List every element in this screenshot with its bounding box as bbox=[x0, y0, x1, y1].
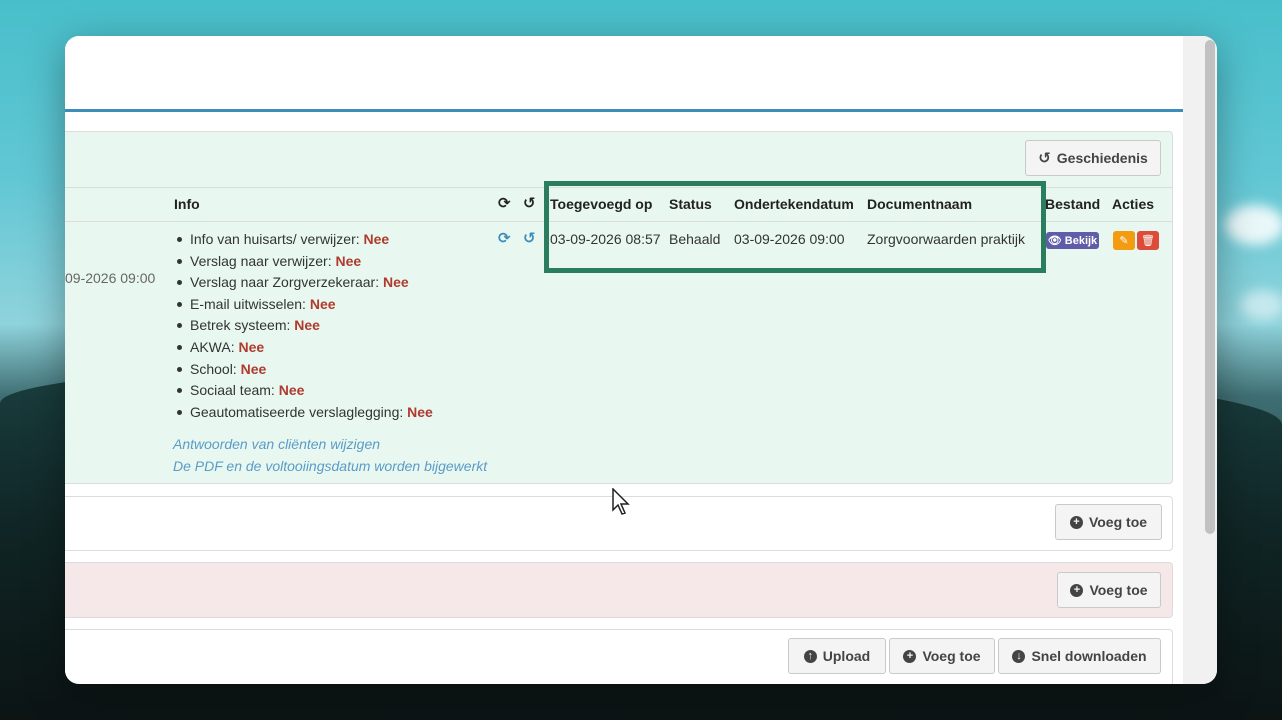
list-item: Verslag naar verwijzer: Nee bbox=[175, 251, 433, 273]
history-icon[interactable]: ↺ bbox=[523, 229, 536, 247]
list-item: Sociaal team: Nee bbox=[175, 380, 433, 402]
delete-button[interactable]: 🗑 bbox=[1137, 231, 1159, 250]
pencil-icon: ✎ bbox=[1119, 235, 1129, 247]
list-item: Geautomatiseerde verslaglegging: Nee bbox=[175, 402, 433, 424]
scrollbar[interactable] bbox=[1183, 36, 1217, 684]
add-button[interactable]: + Voeg toe bbox=[1055, 504, 1162, 540]
list-item: Verslag naar Zorgverzekeraar: Nee bbox=[175, 272, 433, 294]
edit-button[interactable]: ✎ bbox=[1113, 231, 1135, 250]
background-cloud bbox=[1225, 205, 1282, 245]
refresh-icon[interactable]: ⟳ bbox=[498, 229, 511, 247]
download-icon: ↓ bbox=[1012, 649, 1026, 663]
row-left-date: 09-2026 09:00 bbox=[65, 270, 156, 286]
add-button-label: Voeg toe bbox=[1089, 582, 1148, 598]
plus-circle-icon: + bbox=[1069, 515, 1083, 529]
plus-circle-icon: + bbox=[1070, 583, 1084, 597]
header-info: Info bbox=[174, 196, 200, 212]
list-item: AKWA: Nee bbox=[175, 337, 433, 359]
section-panel-red bbox=[65, 562, 1173, 618]
list-item: School: Nee bbox=[175, 359, 433, 381]
scrollbar-thumb[interactable] bbox=[1205, 40, 1215, 534]
view-file-label: Bekijk bbox=[1064, 234, 1098, 247]
trash-icon: 🗑 bbox=[1141, 235, 1155, 247]
quick-download-label: Snel downloaden bbox=[1031, 648, 1147, 664]
background-cloud bbox=[1240, 290, 1282, 320]
upload-button[interactable]: ↑ Upload bbox=[788, 638, 886, 674]
add-button[interactable]: + Voeg toe bbox=[1057, 572, 1161, 608]
history-button[interactable]: ↺ Geschiedenis bbox=[1025, 140, 1161, 176]
history-all-icon[interactable]: ↺ bbox=[523, 194, 536, 212]
upload-icon: ↑ bbox=[803, 649, 817, 663]
header-actions: Acties bbox=[1112, 196, 1155, 212]
header-file: Bestand bbox=[1045, 196, 1101, 212]
refresh-all-icon[interactable]: ⟳ bbox=[498, 194, 511, 212]
eye-icon: 👁 bbox=[1047, 235, 1062, 247]
mouse-cursor-icon bbox=[612, 488, 630, 515]
add-button-label: Voeg toe bbox=[922, 648, 981, 664]
list-item: E-mail uitwisselen: Nee bbox=[175, 294, 433, 316]
pdf-update-link[interactable]: De PDF en de voltooiingsdatum worden bij… bbox=[173, 458, 487, 474]
history-icon: ↺ bbox=[1038, 150, 1051, 167]
add-button[interactable]: + Voeg toe bbox=[889, 638, 995, 674]
list-item: Info van huisarts/ verwijzer: Nee bbox=[175, 229, 433, 251]
history-button-label: Geschiedenis bbox=[1056, 150, 1148, 166]
highlight-box bbox=[544, 181, 1046, 273]
add-button-label: Voeg toe bbox=[1088, 514, 1148, 530]
app-window: ↺ Geschiedenis Info ⟳ ↺ Toegevoegd op St… bbox=[65, 36, 1217, 684]
top-header-bar bbox=[65, 36, 1183, 112]
quick-download-button[interactable]: ↓ Snel downloaden bbox=[998, 638, 1161, 674]
list-item: Betrek systeem: Nee bbox=[175, 315, 433, 337]
plus-circle-icon: + bbox=[903, 649, 917, 663]
info-list: Info van huisarts/ verwijzer: Nee Versla… bbox=[175, 229, 433, 423]
view-file-button[interactable]: 👁 Bekijk bbox=[1046, 232, 1099, 249]
upload-button-label: Upload bbox=[822, 648, 871, 664]
edit-answers-link[interactable]: Antwoorden van cliënten wijzigen bbox=[173, 436, 380, 452]
